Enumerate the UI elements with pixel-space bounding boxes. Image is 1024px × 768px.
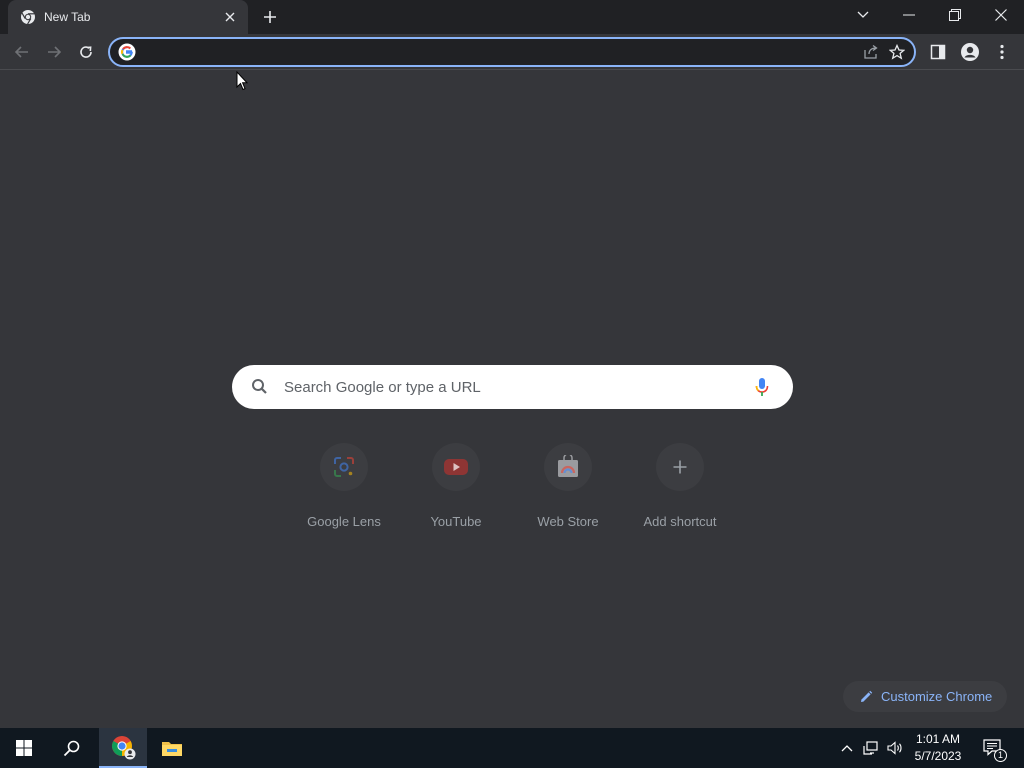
mouse-pointer-icon [236,70,249,96]
google-lens-icon [334,457,354,477]
search-icon [63,740,80,757]
plus-icon [264,11,276,23]
chrome-icon [112,736,136,760]
address-input[interactable] [136,39,858,65]
toolbar [0,34,1024,70]
action-center-button[interactable]: 1 [978,728,1008,768]
side-panel-icon [930,44,946,60]
taskbar-clock[interactable]: 1:01 AM 5/7/2023 [908,731,968,765]
clock-date: 5/7/2023 [914,749,962,763]
tab-close-icon[interactable] [222,9,238,25]
windows-taskbar: 1:01 AM 5/7/2023 1 [0,728,1024,768]
search-icon [250,377,270,397]
shortcut-icon-tile [656,443,704,491]
restore-icon [949,9,961,21]
kebab-menu-icon [1000,44,1004,60]
bookmark-star-icon[interactable] [884,39,910,65]
reload-icon [80,46,92,58]
menu-button[interactable] [988,38,1016,66]
windows-logo-icon [16,740,32,756]
shortcut-label: Web Store [537,514,599,529]
volume-button[interactable] [884,728,906,768]
shortcuts-grid: Google Lens YouTube Web Store Add shortc… [288,443,736,529]
search-box[interactable] [232,365,793,409]
shortcut-label: Add shortcut [643,514,717,529]
taskbar-search-button[interactable] [48,728,96,768]
customize-chrome-label: Customize Chrome [881,689,993,704]
voice-search-mic-icon[interactable] [751,376,773,398]
network-status-button[interactable] [860,728,882,768]
reload-button[interactable] [72,38,100,66]
shortcut-label: Google Lens [307,514,381,529]
shortcut-add[interactable]: Add shortcut [624,443,736,529]
search-input[interactable] [270,378,751,396]
taskbar-file-explorer-button[interactable] [148,728,196,768]
youtube-icon [444,459,468,475]
shortcut-label: YouTube [430,514,482,529]
shortcut-icon-tile [432,443,480,491]
customize-chrome-button[interactable]: Customize Chrome [843,681,1007,712]
shortcut-google-lens[interactable]: Google Lens [288,443,400,529]
back-arrow-icon [14,46,28,58]
tab-new-tab[interactable]: New Tab [8,0,248,34]
forward-arrow-icon [48,46,62,58]
plus-icon [673,460,687,474]
forward-button[interactable] [40,38,68,66]
close-window-button[interactable] [978,0,1024,30]
side-panel-button[interactable] [924,38,952,66]
new-tab-button[interactable] [258,6,282,28]
share-icon[interactable] [858,39,884,65]
shortcut-youtube[interactable]: YouTube [400,443,512,529]
file-explorer-icon [162,742,182,756]
speaker-icon [887,741,902,755]
minimize-icon [903,14,915,16]
shortcut-web-store[interactable]: Web Store [512,443,624,529]
minimize-button[interactable] [886,0,932,30]
google-g-icon [118,43,136,61]
chevron-down-icon [857,11,869,18]
pencil-icon [861,690,873,702]
tab-search-button[interactable] [840,0,886,30]
tab-title: New Tab [44,10,91,24]
profile-button[interactable] [956,38,984,66]
title-bar: New Tab [0,0,1024,34]
web-store-icon [558,455,578,477]
notification-count-badge: 1 [994,749,1007,762]
close-icon [995,9,1007,21]
show-hidden-icons-button[interactable] [838,728,856,768]
chrome-favicon-icon [20,9,36,25]
network-icon [863,741,878,755]
restore-button[interactable] [932,0,978,30]
clock-time: 1:01 AM [915,732,961,746]
taskbar-chrome-button[interactable] [99,728,147,768]
profile-avatar-icon [961,43,979,61]
chevron-up-icon [841,745,853,752]
start-button[interactable] [0,728,48,768]
shortcut-icon-tile [320,443,368,491]
address-bar[interactable] [108,37,916,67]
back-button[interactable] [8,38,36,66]
shortcut-icon-tile [544,443,592,491]
